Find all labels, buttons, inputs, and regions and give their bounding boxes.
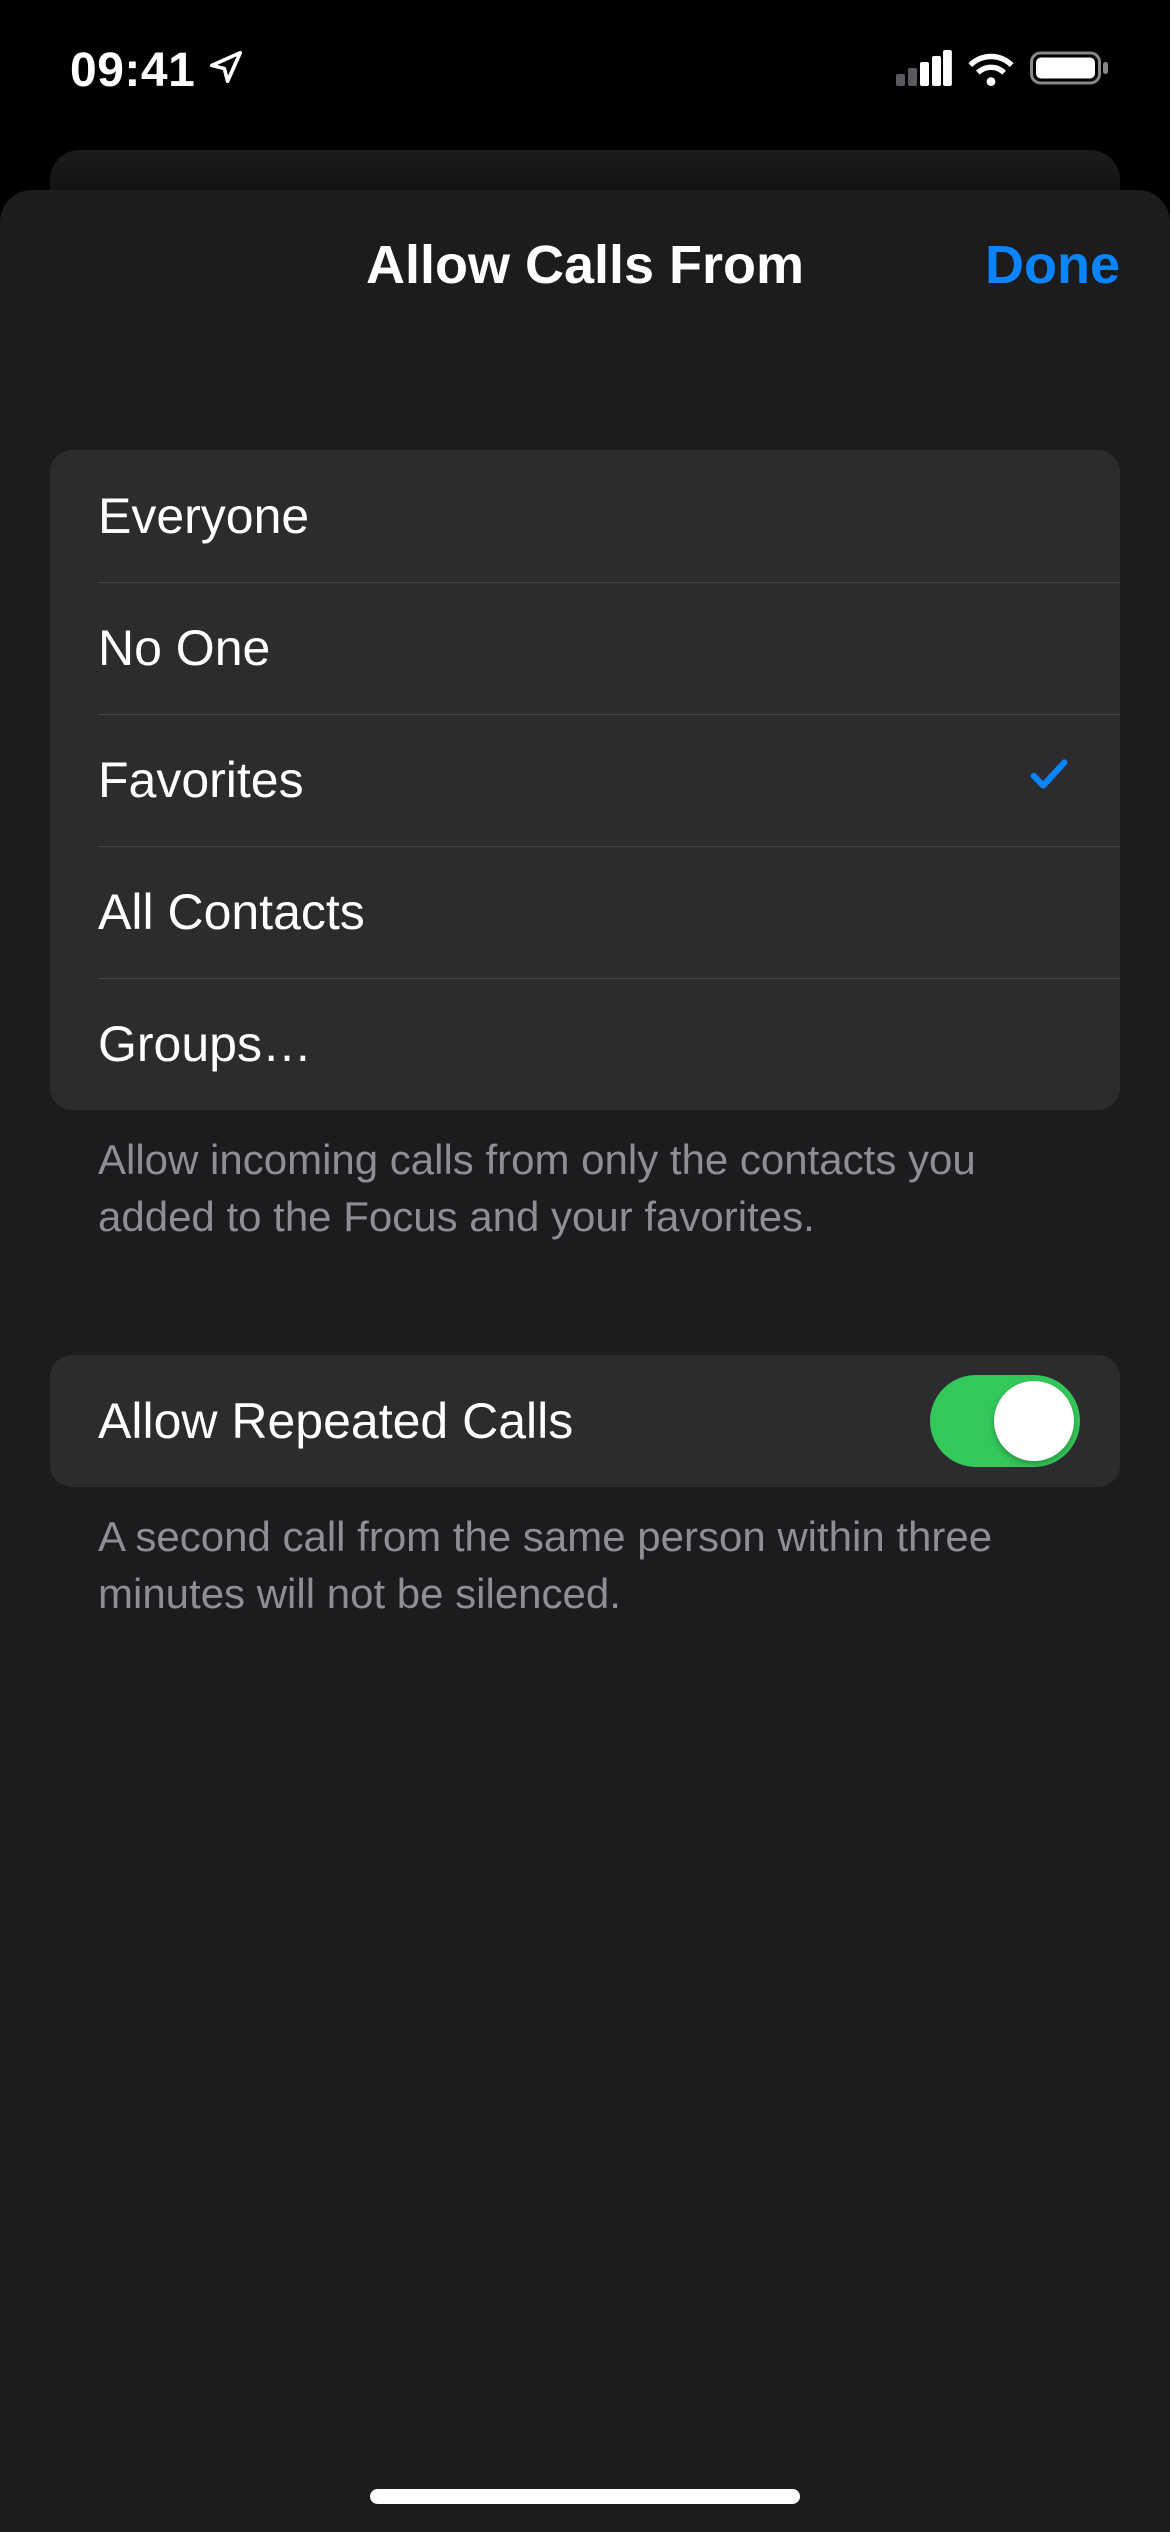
- option-everyone[interactable]: Everyone: [50, 450, 1120, 582]
- allow-from-footer: Allow incoming calls from only the conta…: [50, 1110, 1120, 1245]
- repeated-calls-row[interactable]: Allow Repeated Calls: [50, 1355, 1120, 1487]
- allow-from-group: Everyone No One Favorites All Contacts G…: [50, 450, 1120, 1110]
- option-no-one[interactable]: No One: [50, 582, 1120, 714]
- nav-bar: Allow Calls From Done: [0, 190, 1170, 340]
- status-time-group: 09:41: [70, 43, 245, 98]
- option-all-contacts[interactable]: All Contacts: [50, 846, 1120, 978]
- status-bar: 09:41: [0, 0, 1170, 110]
- checkmark-icon: [1026, 751, 1072, 809]
- modal-sheet: Allow Calls From Done Everyone No One Fa…: [0, 190, 1170, 2532]
- battery-icon: [1030, 50, 1110, 91]
- location-icon: [207, 43, 245, 98]
- home-indicator[interactable]: [370, 2489, 800, 2504]
- content: Everyone No One Favorites All Contacts G…: [0, 450, 1170, 1623]
- cellular-icon: [896, 50, 952, 91]
- status-icons: [896, 50, 1110, 91]
- page-title: Allow Calls From: [366, 234, 804, 296]
- wifi-icon: [966, 50, 1016, 91]
- repeated-calls-label: Allow Repeated Calls: [98, 1392, 573, 1450]
- status-time: 09:41: [70, 43, 195, 98]
- toggle-knob: [994, 1381, 1074, 1461]
- option-label: All Contacts: [98, 883, 365, 941]
- repeated-calls-group: Allow Repeated Calls: [50, 1355, 1120, 1487]
- option-groups[interactable]: Groups…: [50, 978, 1120, 1110]
- option-label: No One: [98, 619, 270, 677]
- option-favorites[interactable]: Favorites: [50, 714, 1120, 846]
- option-label: Favorites: [98, 751, 304, 809]
- repeated-calls-footer: A second call from the same person withi…: [50, 1487, 1120, 1622]
- option-label: Everyone: [98, 487, 309, 545]
- done-button[interactable]: Done: [985, 234, 1120, 296]
- option-label: Groups…: [98, 1015, 312, 1073]
- repeated-calls-toggle[interactable]: [930, 1375, 1080, 1467]
